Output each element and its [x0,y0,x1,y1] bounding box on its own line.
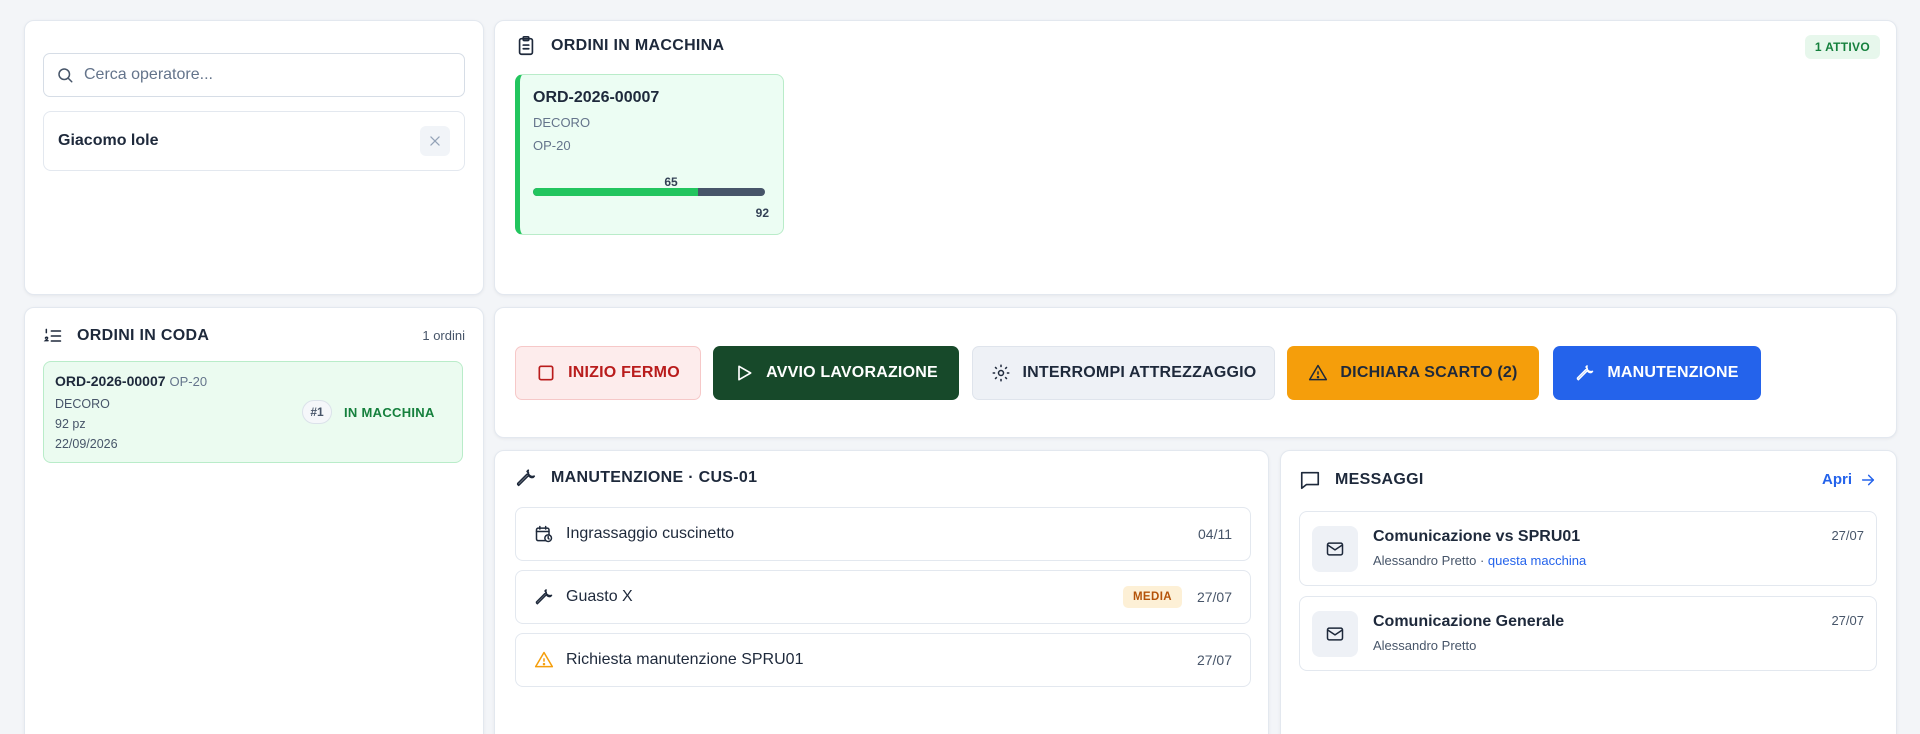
declare-scrap-label: DICHIARA SCARTO (2) [1340,364,1518,381]
queue-count: 1 ordini [422,328,465,343]
play-icon [734,363,754,383]
open-messages-link[interactable]: Apri [1822,471,1876,488]
start-work-label: AVVIO LAVORAZIONE [766,364,938,381]
maintenance-item[interactable]: Guasto X MEDIA 27/07 [515,570,1251,624]
declare-scrap-button[interactable]: DICHIARA SCARTO (2) [1287,346,1539,400]
operator-search[interactable] [43,53,465,97]
wrench-icon [515,467,537,489]
actions-card: INIZIO FERMO AVVIO LAVORAZIONE INTERROMP… [494,307,1897,438]
warning-icon [534,650,554,670]
queue-title: ORDINI IN CODA [77,327,210,344]
clear-operator-button[interactable] [420,126,450,156]
operator-search-input[interactable] [84,66,444,84]
stop-setup-label: INTERROMPI ATTREZZAGGIO [1022,364,1257,381]
warning-icon [1308,363,1328,383]
stop-setup-button[interactable]: INTERROMPI ATTREZZAGGIO [972,346,1275,400]
maintenance-item-date: 27/07 [1196,652,1232,668]
machine-orders-header: ORDINI IN MACCHINA [515,35,724,57]
gear-icon [991,363,1011,383]
order-code: ORD-2026-00007 [533,89,660,106]
message-author: Alessandro Pretto [1373,553,1477,568]
queue-status: IN MACCHINA [344,405,435,420]
message-title: Comunicazione Generale [1373,613,1565,630]
machine-orders-card: ORDINI IN MACCHINA 1 ATTIVO ORD-2026-000… [494,20,1897,295]
message-meta: Alessandro Pretto · questa macchina [1373,553,1586,568]
mail-icon [1312,611,1358,657]
start-stop-label: INIZIO FERMO [568,364,680,381]
message-separator: · [1476,553,1488,568]
maintenance-item[interactable]: Ingrassaggio cuscinetto 04/11 [515,507,1251,561]
message-title: Comunicazione vs SPRU01 [1373,528,1581,545]
messages-header: MESSAGGI [1299,469,1424,491]
machine-orders-title: ORDINI IN MACCHINA [551,37,725,54]
messages-card: MESSAGGI Apri Comunicazione vs SPRU01 Al… [1280,450,1897,734]
order-type: DECORO [533,115,591,130]
wrench-icon [1575,363,1595,383]
maintenance-item-date: 04/11 [1198,526,1232,542]
message-author: Alessandro Pretto [1373,638,1477,653]
priority-badge: MEDIA [1122,586,1182,608]
message-meta: Alessandro Pretto [1373,638,1476,653]
maintenance-item-label: Richiesta manutenzione SPRU01 [566,651,804,668]
message-item[interactable]: Comunicazione Generale Alessandro Pretto… [1299,596,1877,671]
open-messages-label: Apri [1822,471,1852,488]
start-stop-button[interactable]: INIZIO FERMO [515,346,701,400]
message-date: 27/07 [1831,528,1864,543]
operator-name: Giacomo lole [58,132,159,149]
mail-icon [1312,526,1358,572]
queue-order-code: ORD-2026-00007 [55,373,166,389]
maintenance-button[interactable]: MANUTENZIONE [1553,346,1761,400]
arrow-right-icon [1860,472,1876,488]
selected-operator: Giacomo lole [43,111,465,171]
ordered-list-icon [43,326,63,346]
square-icon [536,363,556,383]
active-count-badge: 1 ATTIVO [1804,35,1880,59]
queue-order-date: 22/09/2026 [55,437,118,451]
progress-done-count: 65 [664,175,678,189]
start-work-button[interactable]: AVVIO LAVORAZIONE [713,346,959,400]
close-icon [428,134,442,148]
maintenance-item-date: 27/07 [1196,589,1232,605]
order-progress-bar [533,188,765,196]
message-target: questa macchina [1487,553,1587,568]
wrench-icon [534,587,554,607]
search-icon [56,66,74,84]
machine-order-tile[interactable]: ORD-2026-00007 DECORO OP-20 65 92 [515,74,784,235]
operator-card: Giacomo lole [24,20,484,295]
maintenance-card: MANUTENZIONE · CUS-01 Ingrassaggio cusci… [494,450,1269,734]
queue-header: ORDINI IN CODA [43,326,209,346]
queue-card: ORDINI IN CODA 1 ordini ORD-2026-00007 OP… [24,307,484,734]
message-icon [1299,469,1321,491]
calendar-clock-icon [534,524,554,544]
message-date: 27/07 [1831,613,1864,628]
maintenance-item[interactable]: Richiesta manutenzione SPRU01 27/07 [515,633,1251,687]
order-progress-fill [533,188,698,196]
maintenance-item-label: Ingrassaggio cuscinetto [566,525,735,542]
order-operation: OP-20 [533,138,571,153]
progress-total-count: 92 [755,206,769,220]
maintenance-item-label: Guasto X [566,588,633,605]
maintenance-header: MANUTENZIONE · CUS-01 [515,467,757,489]
message-item[interactable]: Comunicazione vs SPRU01 Alessandro Prett… [1299,511,1877,586]
queue-position-badge: #1 [302,400,332,424]
maintenance-title: MANUTENZIONE · CUS-01 [551,469,758,486]
clipboard-icon [515,35,537,57]
queue-item[interactable]: ORD-2026-00007 OP-20 DECORO 92 pz 22/09/2… [43,361,463,463]
maintenance-label: MANUTENZIONE [1607,364,1739,381]
messages-title: MESSAGGI [1335,471,1424,488]
queue-order-operation: OP-20 [169,374,208,389]
